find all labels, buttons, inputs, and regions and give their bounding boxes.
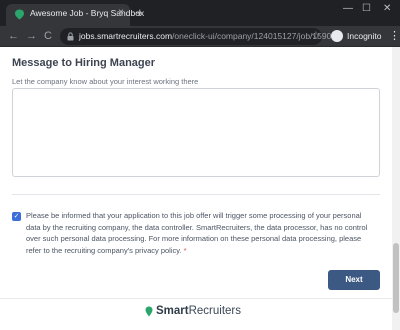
browser-tabstrip: Awesome Job - Bryq Sandbox × + — ☐ ✕: [0, 0, 400, 26]
url-text: jobs.smartrecruiters.com/oneclick-ui/com…: [79, 31, 343, 41]
section-title: Message to Hiring Manager: [12, 57, 156, 69]
window-close-icon[interactable]: ✕: [383, 3, 391, 14]
smartrecruiters-favicon-icon: [15, 9, 24, 20]
brand-smart: Smart: [156, 305, 189, 317]
consent-checkbox[interactable]: ✓: [12, 212, 21, 221]
required-mark: *: [183, 245, 187, 255]
browser-tab[interactable]: Awesome Job - Bryq Sandbox ×: [6, 4, 144, 26]
next-button[interactable]: Next: [328, 270, 380, 290]
browser-menu-icon[interactable]: ⋮: [389, 29, 400, 42]
back-icon[interactable]: ←: [8, 29, 19, 43]
consent-text-body: Please be informed that your application…: [26, 211, 368, 255]
browser-toolbar: ← → C jobs.smartrecruiters.com/oneclick-…: [0, 26, 400, 47]
bookmark-star-icon[interactable]: ☆: [311, 29, 321, 42]
url-host: jobs.smartrecruiters.com: [79, 31, 173, 41]
incognito-icon[interactable]: [331, 30, 343, 42]
footer-brand: SmartRecruiters: [156, 305, 241, 317]
brand-recruiters: Recruiters: [188, 305, 242, 317]
new-tab-icon[interactable]: +: [136, 6, 144, 19]
maximize-icon[interactable]: ☐: [362, 3, 371, 14]
lock-icon: [67, 32, 74, 41]
section-subtitle: Let the company know about your interest…: [12, 77, 199, 86]
tab-title: Awesome Job - Bryq Sandbox: [30, 8, 145, 18]
address-bar[interactable]: jobs.smartrecruiters.com/oneclick-ui/com…: [60, 28, 343, 45]
footer-divider: [0, 298, 392, 299]
page-viewport: Message to Hiring Manager Let the compan…: [0, 47, 400, 330]
forward-icon[interactable]: →: [26, 29, 37, 43]
divider: [12, 194, 380, 195]
tab-close-icon[interactable]: ×: [118, 7, 124, 18]
message-textarea[interactable]: [12, 88, 380, 177]
minimize-icon[interactable]: —: [343, 3, 353, 14]
reload-icon[interactable]: C: [44, 29, 52, 43]
incognito-label[interactable]: Incognito: [347, 31, 382, 41]
scrollbar-thumb[interactable]: [393, 243, 399, 313]
page-scrollbar[interactable]: [392, 47, 400, 330]
consent-text: Please be informed that your application…: [26, 210, 371, 256]
smartrecruiters-logo-icon: [145, 306, 153, 317]
